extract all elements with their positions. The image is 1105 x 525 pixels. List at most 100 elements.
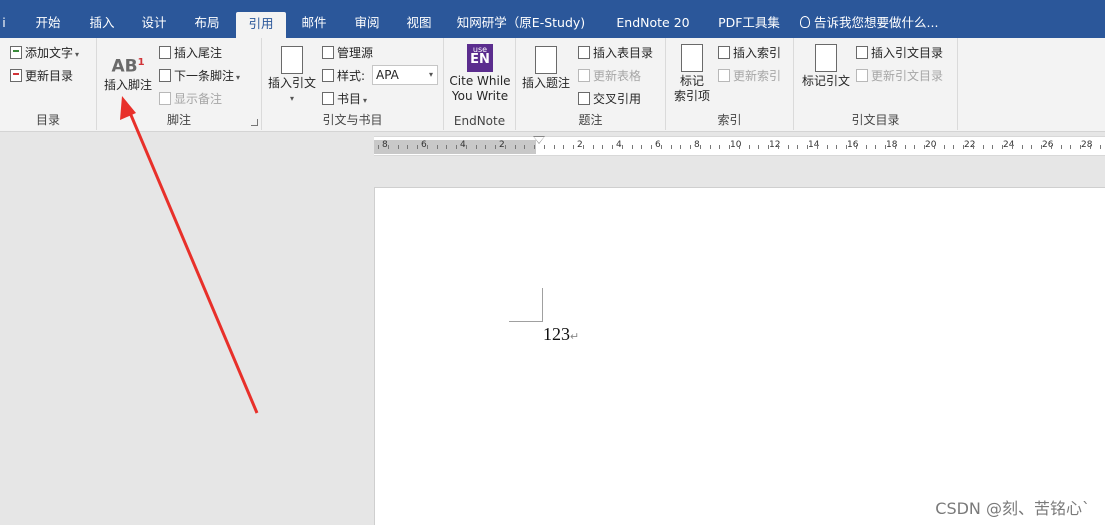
- ruler-tick: [758, 145, 760, 149]
- group-footnotes: AB1 插入脚注 插入尾注 下一条脚注 ▾ 显示备注 脚注: [97, 38, 262, 130]
- update-toc-button[interactable]: 更新目录: [10, 67, 73, 84]
- ruler-tick: [485, 145, 487, 149]
- ruler-tick: [475, 145, 477, 149]
- cross-reference-button[interactable]: 交叉引用: [578, 90, 641, 107]
- ruler-tick: [407, 145, 409, 149]
- ruler-tick: [387, 145, 389, 149]
- ruler-tick: [514, 145, 516, 149]
- tab-pdf-tools[interactable]: PDF工具集: [710, 10, 788, 36]
- margin-corner-marker: [509, 321, 543, 322]
- ruler-tick: [943, 145, 945, 149]
- ruler-tick: [787, 145, 789, 149]
- ruler-tick: [1050, 145, 1052, 149]
- ruler-tick: [963, 145, 964, 149]
- mark-citation-icon: [815, 44, 837, 72]
- style-label: 样式:: [322, 67, 365, 84]
- group-toc: 添加文字 ▾ 更新目录 目录: [0, 38, 97, 130]
- ruler-tick: [465, 145, 467, 149]
- document-text[interactable]: 123↵: [543, 324, 579, 345]
- tab-cnki-estudy[interactable]: 知网研学（原E-Study): [456, 10, 586, 36]
- chevron-down-icon: ▾: [363, 96, 368, 105]
- cross-reference-icon: [578, 92, 590, 105]
- ruler-tick: [875, 145, 877, 149]
- update-toa-icon: [856, 69, 868, 82]
- update-toa-button[interactable]: 更新引文目录: [856, 67, 943, 84]
- ruler-tick: [719, 145, 721, 149]
- table-of-figures-icon: [578, 46, 590, 59]
- tell-me-search[interactable]: 告诉我您想要做什么...: [800, 10, 950, 36]
- ruler-tick: [807, 145, 808, 149]
- bibliography-button[interactable]: 书目 ▾: [322, 90, 367, 107]
- tab-layout[interactable]: 布局: [185, 10, 229, 36]
- manage-sources-button[interactable]: 管理源: [322, 44, 373, 61]
- ruler-tick: [631, 145, 633, 149]
- ruler-tick: [836, 145, 838, 149]
- tab-home[interactable]: 开始: [26, 10, 70, 36]
- insert-table-of-figures-button[interactable]: 插入表目录: [578, 44, 653, 61]
- ruler-tick: [524, 145, 526, 149]
- group-toa: 标记引文 插入引文目录 更新引文目录 引文目录: [794, 38, 958, 130]
- ruler-tick: [680, 145, 682, 149]
- group-label-toc: 目录: [35, 113, 60, 127]
- ruler-tick: [621, 145, 623, 149]
- update-table-button[interactable]: 更新表格: [578, 67, 641, 84]
- ruler-tick: [709, 145, 711, 149]
- insert-endnote-button[interactable]: 插入尾注: [159, 44, 222, 61]
- group-captions: 插入题注 插入表目录 更新表格 交叉引用 题注: [516, 38, 666, 130]
- insert-citation-button[interactable]: 插入引文 ▾: [266, 46, 318, 106]
- document-page[interactable]: 123↵ CSDN @刻、苦铭心`: [374, 187, 1105, 525]
- ruler-tick: [417, 145, 418, 149]
- csdn-watermark: CSDN @刻、苦铭心`: [935, 499, 1090, 518]
- chevron-down-icon: ▾: [289, 94, 294, 103]
- update-index-button[interactable]: 更新索引: [718, 67, 781, 84]
- ruler-tick: [436, 145, 438, 149]
- show-notes-button[interactable]: 显示备注: [159, 90, 222, 107]
- ruler-tick: [894, 145, 896, 149]
- style-icon: [322, 69, 334, 82]
- insert-toa-icon: [856, 46, 868, 59]
- tab-view[interactable]: 视图: [397, 10, 441, 36]
- ruler-tick: [816, 145, 818, 149]
- ruler-tick: [777, 145, 779, 149]
- insert-footnote-button[interactable]: AB1 插入脚注: [103, 48, 153, 93]
- next-footnote-button[interactable]: 下一条脚注 ▾: [159, 67, 240, 84]
- add-text-button[interactable]: 添加文字 ▾: [10, 44, 79, 61]
- ruler-tick: [1031, 145, 1033, 149]
- footnote-ab-icon: AB1: [111, 56, 145, 77]
- ruler-tick: [670, 145, 672, 149]
- ruler-tick: [1041, 145, 1042, 149]
- ruler-tick: [768, 145, 769, 149]
- ruler-tick: [924, 145, 925, 149]
- tab-mailings[interactable]: 邮件: [292, 10, 336, 36]
- horizontal-ruler[interactable]: 8 6 4 2 2 4 6 8 10 12 14 16 18 20 22 24 …: [374, 136, 1105, 156]
- ruler-tick: [651, 145, 652, 149]
- insert-index-button[interactable]: 插入索引: [718, 44, 781, 61]
- ruler-tick: [748, 145, 750, 149]
- manage-sources-icon: [322, 46, 334, 59]
- ruler-tick: [592, 145, 594, 149]
- ruler-tick: [1080, 145, 1081, 149]
- bibliography-icon: [322, 92, 334, 105]
- endnote-logo-icon: use EN: [467, 44, 493, 72]
- mark-entry-button[interactable]: 标记 索引项: [668, 44, 716, 104]
- tab-file-edge[interactable]: ⅰ: [0, 10, 8, 36]
- group-label-captions: 题注: [578, 113, 603, 127]
- tab-endnote[interactable]: EndNote 20: [612, 10, 694, 36]
- endnote-icon: [159, 46, 171, 59]
- ruler-tick: [543, 145, 545, 149]
- insert-caption-button[interactable]: 插入题注: [520, 46, 572, 91]
- tab-insert[interactable]: 插入: [80, 10, 124, 36]
- tab-references[interactable]: 引用: [236, 12, 286, 38]
- ruler-tick: [992, 145, 994, 149]
- mark-citation-button[interactable]: 标记引文: [798, 44, 854, 89]
- insert-toa-button[interactable]: 插入引文目录: [856, 44, 943, 61]
- ruler-tick: [456, 145, 457, 149]
- citation-style-select[interactable]: APA ▾: [372, 65, 438, 85]
- cite-while-you-write-button[interactable]: use EN Cite While You Write: [446, 44, 514, 104]
- ruler-tick: [1011, 145, 1013, 149]
- ruler-tick: [582, 145, 584, 149]
- tab-review[interactable]: 审阅: [345, 10, 389, 36]
- group-endnote: use EN Cite While You Write EndNote: [444, 38, 516, 130]
- tab-design[interactable]: 设计: [132, 10, 176, 36]
- ribbon: 添加文字 ▾ 更新目录 目录 AB1 插入脚注 插入尾注 下一条脚注 ▾ 显示备注 …: [0, 38, 1105, 132]
